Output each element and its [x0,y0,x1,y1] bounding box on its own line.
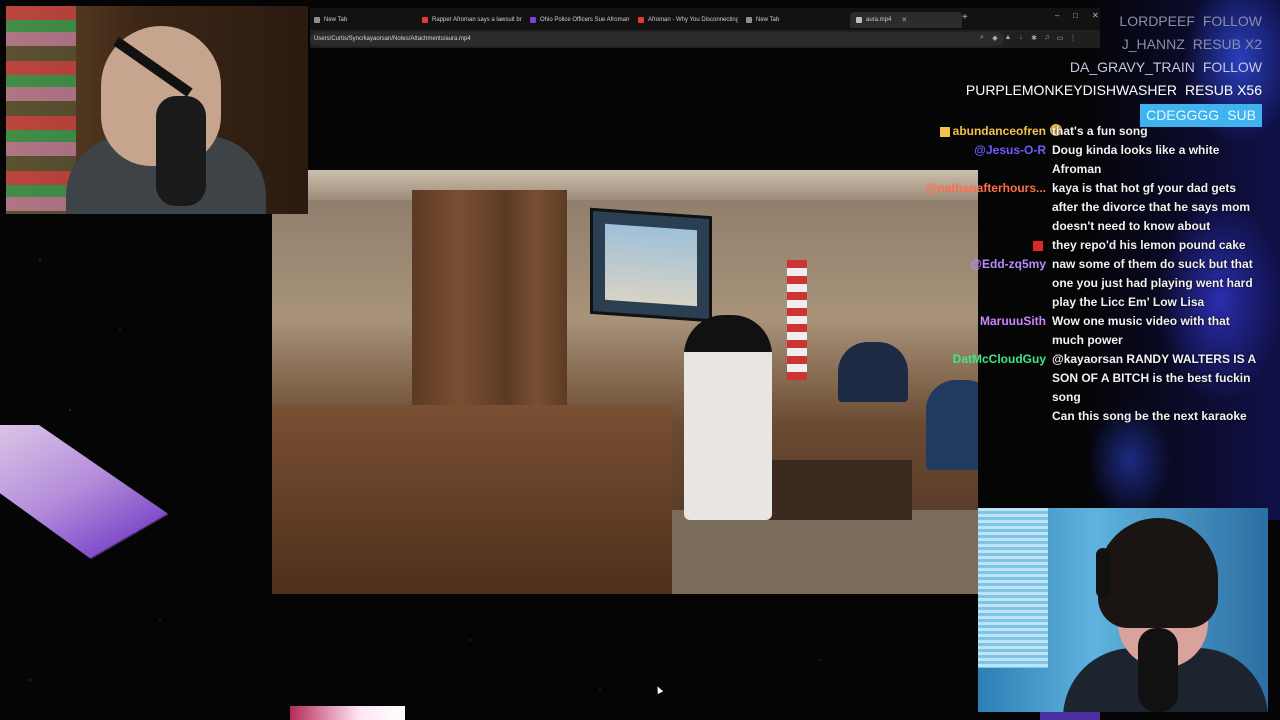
chat-message-text: that's a fun song [1052,124,1148,138]
alert-row: J_HANNZ RESUB X2 [932,33,1262,56]
chat-username[interactable]: @Edd-zq5my [920,255,1046,293]
chat-message-text: Wow one music video with that much power [1052,314,1230,347]
chat-message-text: @kayaorsan RANDY WALTERS IS A SON OF A B… [1052,352,1256,404]
chat-username-text: @nathanafterhours... [925,181,1046,195]
alert-entry: J_HANNZ RESUB X2 [1122,36,1262,52]
headset-icon [1096,548,1110,598]
video-player[interactable] [272,170,978,594]
video-scene-person [838,342,908,402]
decorative-streak-bottom-right [1040,712,1100,720]
chat-message: DatMcCloudGuy @kayaorsan RANDY WALTERS IS… [920,350,1260,407]
tab-label: Rapper Afroman says a lawsuit brou... [432,17,522,23]
chat-message: play the Licc Em' Low Lisa [920,293,1260,312]
chat-username[interactable] [920,407,1046,426]
event-alerts-list: LORDPEEF FOLLOW J_HANNZ RESUB X2 DA_GRAVY_TR… [932,10,1262,127]
alert-entry: LORDPEEF FOLLOW [1119,13,1262,29]
alert-entry: PURPLEMONKEYDISHWASHER RESUB X56 [966,82,1262,98]
chat-message-text: naw some of them do suck but that one yo… [1052,257,1253,290]
chat-badge-icon [939,126,950,137]
alert-action: RESUB X2 [1192,36,1262,52]
alert-username: CDEGGGG [1146,107,1220,123]
tab-favicon-icon [422,17,428,23]
alert-username: PURPLEMONKEYDISHWASHER [965,82,1177,98]
chat-username[interactable] [920,293,1046,312]
chat-message-text: kaya is that hot gf your dad gets after … [1052,181,1251,233]
video-scene-panel [412,190,507,410]
chat-username[interactable]: abundanceofren [920,122,1046,141]
tab-label: aura.mp4 [866,17,892,23]
mouse-cursor-icon [654,685,664,694]
video-scene-person [684,315,772,520]
browser-tab[interactable]: New Tab [314,12,414,28]
webcam-left [6,6,308,214]
chat-username[interactable]: MaruuuSith [920,312,1046,350]
decorative-streak [0,425,195,620]
alert-row: LORDPEEF FOLLOW [932,10,1262,33]
alert-username: J_HANNZ [1121,36,1185,52]
chat-overlay: abundanceofren that's a fun song @Jesus-O-… [920,122,1260,426]
alert-entry: DA_GRAVY_TRAIN FOLLOW [1070,59,1262,75]
chat-message: abundanceofren that's a fun song [920,122,1260,141]
tab-label: Afroman - Why You Disconnecting M... [648,17,738,23]
chat-message: they repo'd his lemon pound cake [920,236,1260,255]
tab-favicon-icon [314,17,320,23]
chat-message: Can this song be the next karaoke [920,407,1260,426]
webcam-person-hair [1098,518,1218,628]
tab-favicon-icon [638,17,644,23]
chat-username-text: @Edd-zq5my [970,257,1046,271]
video-scene-bench [272,405,672,594]
chat-username-text: MaruuuSith [980,314,1046,328]
webcam-right [978,508,1268,712]
chat-message-text: Doug kinda looks like a white Afroman [1052,143,1220,176]
alert-row: PURPLEMONKEYDISHWASHER RESUB X56 [932,79,1262,102]
alert-action: SUB [1227,107,1256,123]
video-scene-panel [507,190,567,410]
tab-label: New Tab [324,17,348,23]
tab-label: Ohio Police Officers Sue Afroman fo... [540,17,630,23]
chat-message: @nathanafterhours... kaya is that hot gf … [920,179,1260,236]
chat-username[interactable] [920,236,1046,255]
alert-username: DA_GRAVY_TRAIN [1069,59,1195,75]
browser-tab[interactable]: Rapper Afroman says a lawsuit brou... [422,12,522,28]
chat-message: MaruuuSith Wow one music video with that … [920,312,1260,350]
decorative-streak-bottom [290,706,405,720]
video-scene-monitor [590,207,712,323]
tab-close-icon[interactable]: ✕ [901,16,907,24]
alert-action: FOLLOW [1202,13,1262,29]
address-bar[interactable]: Users/Curtis/Sync/kayaorsan/Notes/Attach… [310,32,1004,46]
address-text: Users/Curtis/Sync/kayaorsan/Notes/Attach… [314,36,471,42]
chat-message-text: Can this song be the next karaoke [1052,409,1247,423]
chat-badge-icon [1033,240,1043,251]
chat-username[interactable]: @Jesus-O-R [920,141,1046,179]
tab-label: New Tab [756,17,780,23]
tab-favicon-icon [856,17,862,23]
chat-username-text: abundanceofren [952,124,1046,138]
alert-action: FOLLOW [1202,59,1262,75]
chat-username-text: @Jesus-O-R [974,143,1046,157]
chat-message-text: they repo'd his lemon pound cake [1052,238,1246,252]
video-scene-ceiling [272,170,978,200]
chat-message: @Jesus-O-R Doug kinda looks like a white … [920,141,1260,179]
tab-favicon-icon [746,17,752,23]
microphone-icon [1138,628,1178,712]
chat-username[interactable]: DatMcCloudGuy [920,350,1046,407]
webcam-blinds [978,508,1048,668]
browser-tab[interactable]: New Tab [746,12,836,28]
alert-username: LORDPEEF [1119,13,1195,29]
chat-message-text: play the Licc Em' Low Lisa [1052,295,1205,309]
microphone-icon [156,96,206,206]
tab-favicon-icon [530,17,536,23]
alert-action: RESUB X56 [1184,82,1262,98]
webcam-shelf [6,6,76,214]
video-scene-floor [672,510,978,594]
chat-username[interactable]: @nathanafterhours... [920,179,1046,236]
chat-username-text: DatMcCloudGuy [952,352,1046,366]
browser-tab[interactable]: Ohio Police Officers Sue Afroman fo... [530,12,630,28]
chat-message: @Edd-zq5my naw some of them do suck but t… [920,255,1260,293]
alert-row: DA_GRAVY_TRAIN FOLLOW [932,56,1262,79]
browser-tab[interactable]: Afroman - Why You Disconnecting M... [638,12,738,28]
video-scene-flag [787,260,807,380]
